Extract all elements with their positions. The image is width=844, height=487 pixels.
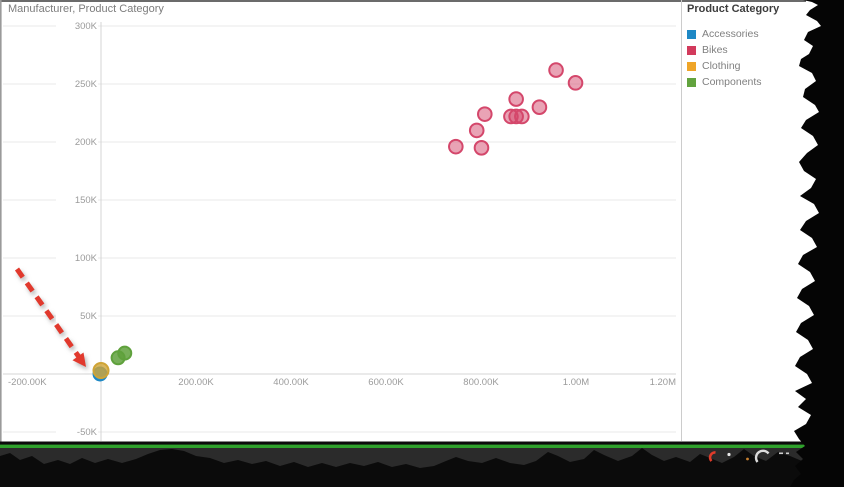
point-bikes[interactable]	[514, 108, 530, 125]
point-components[interactable]	[117, 345, 133, 361]
report-canvas: Manufacturer, Product Category 300K 250K 2…	[0, 0, 844, 487]
point-bikes[interactable]	[531, 99, 548, 115]
legend-item-label: Components	[702, 76, 762, 88]
point-bikes[interactable]	[473, 140, 490, 156]
legend-items: Accessories Bikes Clothing Components	[687, 28, 799, 89]
legend-swatch	[687, 78, 696, 87]
legend-item-components[interactable]: Components	[687, 76, 799, 89]
legend-title: Product Category	[687, 3, 780, 15]
legend-item-accessories[interactable]: Accessories	[687, 28, 799, 41]
legend-separator	[681, 0, 682, 441]
top-border	[0, 0, 806, 2]
taskbar-green-line	[0, 444, 807, 448]
torn-bottom-edge	[0, 441, 844, 487]
point-bikes[interactable]	[548, 62, 564, 78]
left-border	[0, 0, 2, 443]
point-bikes[interactable]	[477, 106, 493, 122]
point-bikes[interactable]	[567, 75, 584, 91]
chart-title: Manufacturer, Product Category	[8, 3, 164, 15]
legend-item-clothing[interactable]: Clothing	[687, 60, 799, 73]
point-clothing[interactable]	[92, 362, 110, 380]
legend-item-label: Bikes	[702, 44, 728, 56]
legend-swatch	[687, 46, 696, 55]
legend-item-bikes[interactable]: Bikes	[687, 44, 799, 57]
legend-swatch	[687, 30, 696, 39]
legend-swatch	[687, 62, 696, 71]
point-bikes[interactable]	[508, 91, 524, 107]
point-bikes[interactable]	[468, 122, 485, 139]
scatter-points	[92, 62, 584, 382]
legend-item-label: Accessories	[702, 28, 759, 40]
point-bikes[interactable]	[448, 138, 464, 155]
legend-item-label: Clothing	[702, 60, 741, 72]
legend: Product Category Accessories Bikes Clothin…	[687, 3, 799, 92]
annotation-arrow	[14, 267, 86, 367]
